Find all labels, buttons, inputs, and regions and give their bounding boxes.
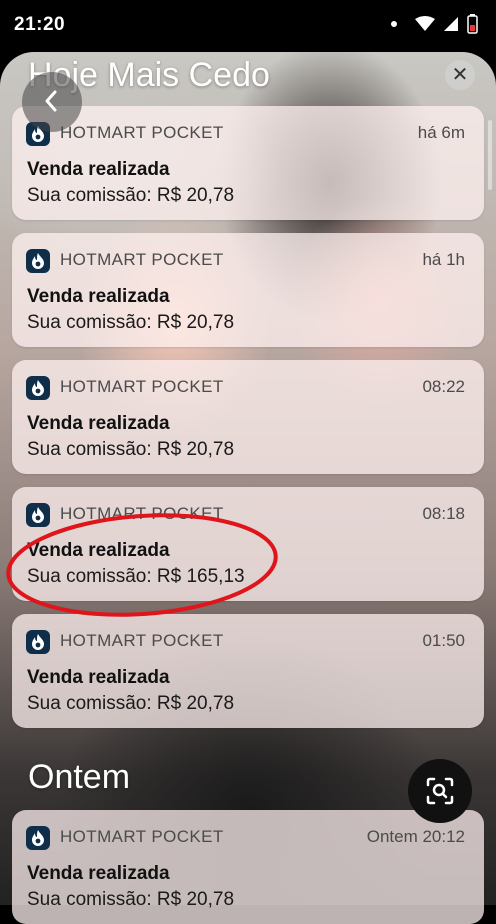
hotmart-app-icon (26, 826, 50, 850)
status-bar: 21:20 (0, 0, 496, 52)
app-name: HOTMART POCKET (60, 631, 224, 650)
chevron-left-icon (45, 90, 57, 112)
hotmart-app-icon (26, 630, 50, 654)
battery-low-icon (467, 14, 478, 34)
scrollbar[interactable] (488, 120, 492, 190)
close-icon: ✕ (451, 64, 469, 86)
notification-time: 08:18 (422, 504, 465, 523)
back-button[interactable] (22, 72, 82, 132)
app-name: HOTMART POCKET (60, 827, 224, 846)
notification-body: Sua comissão: R$ 20,78 (27, 312, 235, 333)
hotmart-app-icon (26, 503, 50, 527)
status-time: 21:20 (14, 14, 66, 35)
hotmart-app-icon (26, 376, 50, 400)
status-icons (391, 14, 478, 34)
notification-card-highlighted[interactable]: HOTMART POCKET 08:18 Venda realizada Sua… (12, 487, 484, 601)
notification-time: há 6m (417, 123, 465, 142)
notification-card[interactable]: HOTMART POCKET há 6m Venda realizada Sua… (12, 106, 484, 220)
notification-body: Sua comissão: R$ 20,78 (27, 889, 235, 910)
notification-card[interactable]: HOTMART POCKET 01:50 Venda realizada Sua… (12, 614, 484, 728)
notification-title: Venda realizada (27, 413, 170, 434)
app-name: HOTMART POCKET (60, 377, 224, 396)
notification-time: 08:22 (422, 377, 465, 396)
app-name: HOTMART POCKET (60, 123, 224, 142)
section-title-yesterday: Ontem (28, 758, 131, 796)
app-name: HOTMART POCKET (60, 504, 224, 523)
notification-card[interactable]: HOTMART POCKET 08:22 Venda realizada Sua… (12, 360, 484, 474)
notification-card[interactable]: HOTMART POCKET Ontem 20:12 Venda realiza… (12, 810, 484, 924)
notification-body: Sua comissão: R$ 20,78 (27, 185, 235, 206)
notification-title: Venda realizada (27, 286, 170, 307)
notification-dot-icon (391, 21, 397, 27)
image-search-button[interactable] (408, 759, 472, 823)
notification-title: Venda realizada (27, 540, 170, 561)
notification-time: 01:50 (422, 631, 465, 650)
close-button[interactable]: ✕ (445, 60, 475, 90)
notification-title: Venda realizada (27, 667, 170, 688)
notification-time: Ontem 20:12 (366, 827, 465, 846)
notification-time: há 1h (422, 250, 465, 269)
notification-card[interactable]: HOTMART POCKET há 1h Venda realizada Sua… (12, 233, 484, 347)
notification-body: Sua comissão: R$ 20,78 (27, 439, 235, 460)
image-search-icon (426, 777, 454, 805)
notification-title: Venda realizada (27, 863, 170, 884)
hotmart-app-icon (26, 249, 50, 273)
wifi-icon (415, 16, 435, 31)
notification-body: Sua comissão: R$ 165,13 (27, 566, 245, 587)
notification-title: Venda realizada (27, 159, 170, 180)
app-name: HOTMART POCKET (60, 250, 224, 269)
notification-body: Sua comissão: R$ 20,78 (27, 693, 235, 714)
signal-icon (444, 17, 458, 31)
